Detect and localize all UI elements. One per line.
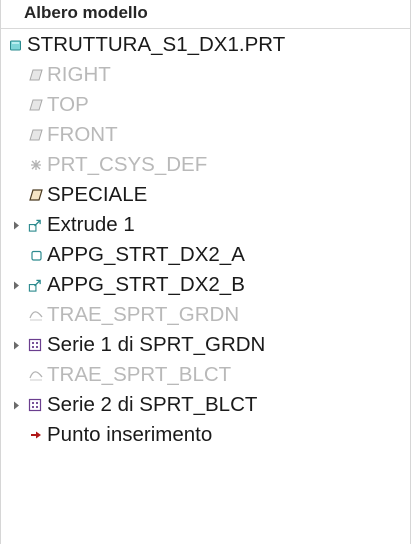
tree-item-speciale[interactable]: SPECIALE bbox=[1, 180, 410, 210]
tree-item-trae-sprt-grdn[interactable]: TRAE_SPRT_GRDN bbox=[1, 300, 410, 330]
datum-plane-icon bbox=[29, 128, 43, 142]
extrude-icon bbox=[28, 218, 42, 232]
tree-item-label: Serie 1 di SPRT_GRDN bbox=[47, 333, 266, 356]
expand-arrow-icon[interactable] bbox=[11, 220, 21, 230]
tree-item-label: APPG_STRT_DX2_B bbox=[47, 273, 245, 296]
datum-plane-icon bbox=[29, 188, 43, 202]
tree-item-right[interactable]: RIGHT bbox=[1, 60, 410, 90]
curve-icon bbox=[29, 308, 43, 322]
solid-feature-icon bbox=[29, 248, 43, 262]
tree-item-label: APPG_STRT_DX2_A bbox=[47, 243, 245, 266]
tree-item-serie-1[interactable]: Serie 1 di SPRT_GRDN bbox=[1, 330, 410, 360]
tree-item-serie-2[interactable]: Serie 2 di SPRT_BLCT bbox=[1, 390, 410, 420]
extrude-icon bbox=[28, 278, 42, 292]
pattern-icon bbox=[28, 398, 42, 412]
tree-item-label: PRT_CSYS_DEF bbox=[47, 153, 208, 176]
tree-item-appg-strt-dx2-b[interactable]: APPG_STRT_DX2_B bbox=[1, 270, 410, 300]
tree-item-punto-inserimento[interactable]: Punto inserimento bbox=[1, 420, 410, 450]
tree-item-top[interactable]: TOP bbox=[1, 90, 410, 120]
tree-item-front[interactable]: FRONT bbox=[1, 120, 410, 150]
part-icon bbox=[8, 38, 22, 52]
model-tree-panel: Albero modello STRUTTURA_S1_DX1.PRT RIGH… bbox=[0, 0, 411, 544]
tree-item-label: RIGHT bbox=[47, 63, 111, 86]
tree-root[interactable]: STRUTTURA_S1_DX1.PRT bbox=[1, 30, 410, 60]
panel-title: Albero modello bbox=[1, 0, 410, 29]
expand-arrow-icon[interactable] bbox=[11, 400, 21, 410]
tree-item-prt-csys-def[interactable]: PRT_CSYS_DEF bbox=[1, 150, 410, 180]
curve-icon bbox=[29, 368, 43, 382]
coordinate-system-icon bbox=[29, 158, 43, 172]
tree-item-trae-sprt-blct[interactable]: TRAE_SPRT_BLCT bbox=[1, 360, 410, 390]
tree-item-label: Punto inserimento bbox=[47, 423, 213, 446]
tree-item-label: TOP bbox=[47, 93, 89, 116]
expand-arrow-icon[interactable] bbox=[11, 280, 21, 290]
tree-item-label: Extrude 1 bbox=[47, 213, 135, 236]
pattern-icon bbox=[28, 338, 42, 352]
tree-item-label: Serie 2 di SPRT_BLCT bbox=[47, 393, 258, 416]
expand-arrow-icon[interactable] bbox=[11, 340, 21, 350]
datum-plane-icon bbox=[29, 98, 43, 112]
tree-root-label: STRUTTURA_S1_DX1.PRT bbox=[27, 33, 286, 56]
datum-plane-icon bbox=[29, 68, 43, 82]
tree-item-extrude-1[interactable]: Extrude 1 bbox=[1, 210, 410, 240]
tree-item-label: FRONT bbox=[47, 123, 118, 146]
tree-item-appg-strt-dx2-a[interactable]: APPG_STRT_DX2_A bbox=[1, 240, 410, 270]
tree-item-label: SPECIALE bbox=[47, 183, 148, 206]
tree-item-label: TRAE_SPRT_BLCT bbox=[47, 363, 232, 386]
tree-item-label: TRAE_SPRT_GRDN bbox=[47, 303, 240, 326]
insert-arrow-icon bbox=[29, 428, 43, 442]
